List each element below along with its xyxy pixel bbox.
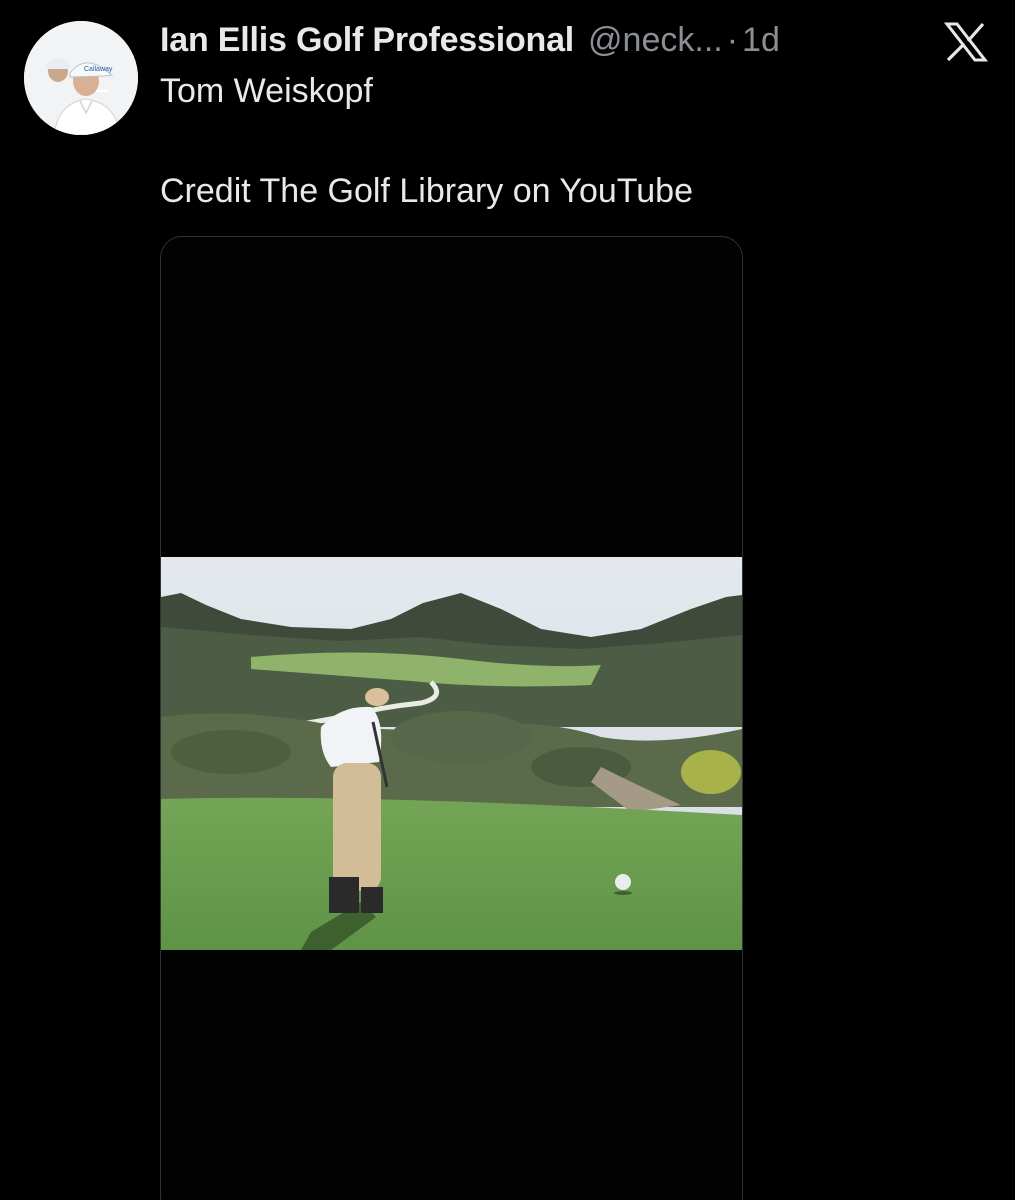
post-text-line-2: Credit The Golf Library on YouTube [160, 172, 693, 210]
post-header: Ian Ellis Golf Professional @neck... · 1… [160, 18, 780, 62]
x-logo-icon[interactable] [943, 22, 989, 62]
author-name[interactable]: Ian Ellis Golf Professional [160, 18, 574, 62]
author-handle[interactable]: @neck... [588, 18, 723, 62]
post-text-line-1: Tom Weiskopf [160, 72, 373, 110]
video-player[interactable] [160, 236, 743, 1200]
svg-text:Callaway: Callaway [84, 66, 113, 73]
video-thumbnail[interactable] [161, 557, 742, 950]
separator-dot: · [726, 21, 739, 59]
avatar[interactable]: Callaway [24, 21, 138, 135]
post-time[interactable]: 1d [742, 18, 780, 62]
